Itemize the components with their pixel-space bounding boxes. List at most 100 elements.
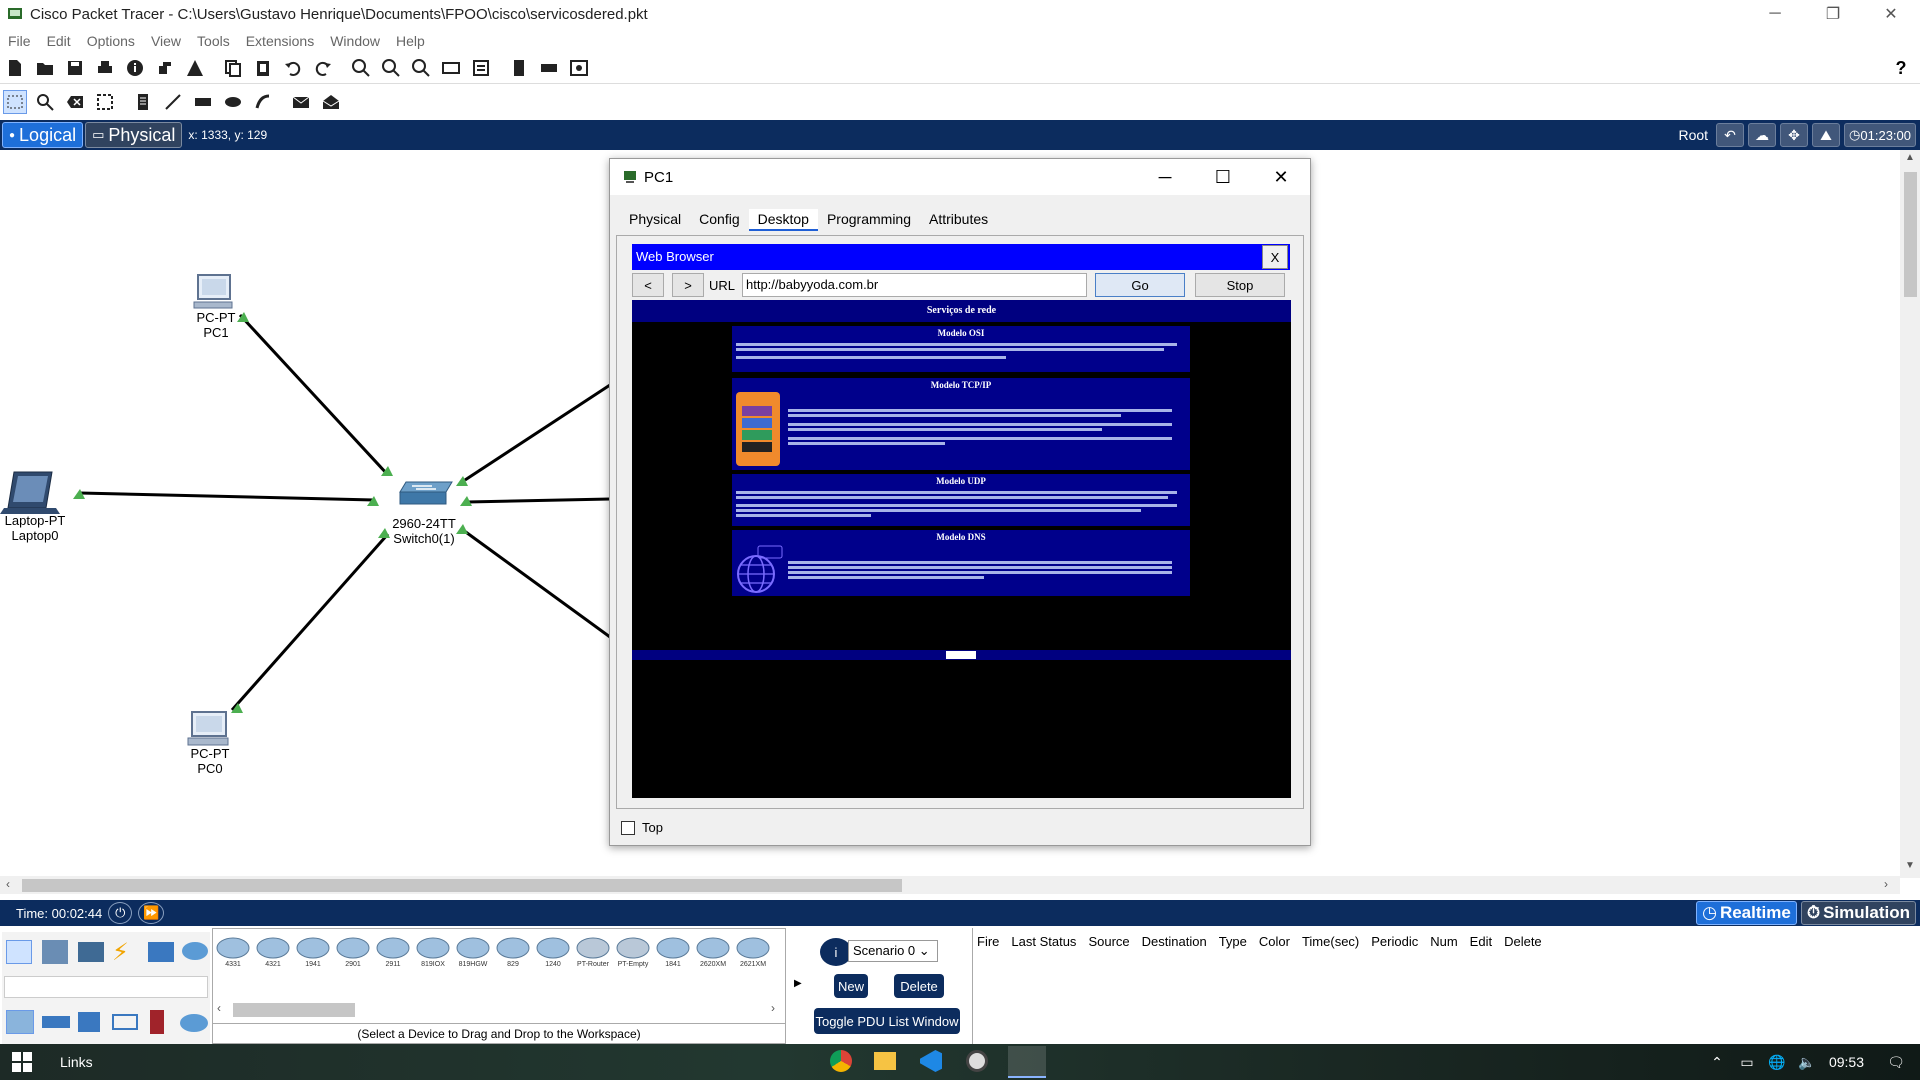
tray-chevron-icon[interactable]: ⌃ (1705, 1050, 1729, 1074)
rectangle-tool-icon[interactable] (191, 90, 215, 114)
pc1-window-titlebar[interactable]: PC1 ─ ☐ ✕ (610, 159, 1310, 195)
laptop0-device[interactable] (0, 471, 60, 514)
menu-tools[interactable]: Tools (189, 33, 238, 49)
tab-programming[interactable]: Programming (818, 209, 920, 231)
restore-button[interactable]: ❐ (1804, 0, 1862, 28)
menu-help[interactable]: Help (388, 33, 433, 49)
device-tile-829[interactable]: 829 (495, 935, 531, 971)
pc1-label[interactable]: PC-PT PC1 (188, 310, 244, 340)
hubs-icon[interactable] (78, 1012, 100, 1032)
device-tile-819hgw[interactable]: 819HGW (455, 935, 491, 971)
page-footer-button[interactable] (946, 651, 976, 659)
fast-forward-icon[interactable]: ⏩ (138, 902, 165, 924)
device-tile-pt-empty[interactable]: PT-Empty (615, 935, 651, 971)
multiuser-icon[interactable] (182, 942, 208, 960)
power-cycle-icon[interactable]: ⏻ (108, 902, 133, 924)
new-file-icon[interactable] (3, 56, 27, 80)
file-explorer-icon[interactable] (874, 1052, 896, 1070)
device-scroll-right-icon[interactable]: › (771, 1001, 775, 1015)
scroll-right-icon[interactable]: › (1884, 877, 1888, 891)
pc1-maximize-button[interactable]: ☐ (1194, 159, 1252, 195)
paste-icon[interactable] (251, 56, 275, 80)
device-tile-819iox[interactable]: 819IOX (415, 935, 451, 971)
line-tool-icon[interactable] (161, 90, 185, 114)
top-checkbox[interactable] (621, 820, 635, 835)
device-tile-4331[interactable]: 4331 (215, 935, 251, 971)
tab-physical[interactable]: Physical (620, 209, 690, 231)
switch0-label[interactable]: 2960-24TT Switch0(1) (384, 516, 464, 546)
inspect-tool-icon[interactable] (33, 90, 57, 114)
links-toolbar[interactable]: Links (60, 1054, 93, 1070)
cluster-icon[interactable]: ☁ (1748, 123, 1777, 147)
physical-view-button[interactable]: ▭ Physical (85, 122, 183, 148)
device-scroll-left-icon[interactable]: ‹ (217, 1001, 221, 1015)
tab-desktop[interactable]: Desktop (748, 209, 818, 231)
device-tile-1841[interactable]: 1841 (655, 935, 691, 971)
realtime-mode-button[interactable]: ◷ Realtime (1696, 901, 1797, 925)
zoom-out-icon[interactable] (409, 56, 433, 80)
clock-display[interactable]: ◷ 01:23:00 (1844, 123, 1916, 147)
security-icon[interactable] (150, 1010, 164, 1034)
horizontal-scroll-thumb[interactable] (22, 879, 902, 892)
routers-icon[interactable] (6, 1010, 34, 1034)
device-tile-2901[interactable]: 2901 (335, 935, 371, 971)
ipc-icon[interactable] (567, 56, 591, 80)
delete-scenario-button[interactable]: Delete (894, 974, 944, 998)
device-tile-1941[interactable]: 1941 (295, 935, 331, 971)
close-button[interactable]: ✕ (1862, 0, 1920, 28)
complex-pdu-icon[interactable] (319, 90, 343, 114)
drawing-palette-icon[interactable] (439, 56, 463, 80)
switches-icon[interactable] (42, 1016, 70, 1028)
packet-tracer-taskbar-icon[interactable] (1008, 1046, 1046, 1078)
components-icon[interactable] (78, 942, 104, 962)
pc1-close-button[interactable]: ✕ (1252, 159, 1310, 195)
chrome-icon[interactable] (830, 1050, 852, 1072)
pc1-minimize-button[interactable]: ─ (1136, 159, 1194, 195)
toggle-pdu-list-button[interactable]: Toggle PDU List Window (814, 1008, 960, 1034)
device-tile-4321[interactable]: 4321 (255, 935, 291, 971)
viewport-icon[interactable]: ✥ (1780, 123, 1809, 147)
browser-go-button[interactable]: Go (1095, 273, 1185, 297)
zoom-in-icon[interactable] (349, 56, 373, 80)
note-tool-icon[interactable] (131, 90, 155, 114)
pc1-device[interactable] (193, 274, 233, 309)
misc-icon[interactable] (148, 942, 174, 962)
custom-device-icon[interactable] (469, 56, 493, 80)
end-devices-icon[interactable] (42, 940, 68, 964)
connections-icon[interactable]: ⚡ (112, 938, 129, 967)
device-tile-2620xm[interactable]: 2620XM (695, 935, 731, 971)
device-tile-2911[interactable]: 2911 (375, 935, 411, 971)
scroll-left-icon[interactable]: ‹ (6, 877, 10, 891)
zoom-reset-icon[interactable] (379, 56, 403, 80)
help-icon[interactable]: ? (1889, 56, 1913, 80)
device-search-field[interactable] (4, 976, 208, 998)
notifications-icon[interactable]: 🗨 (1884, 1050, 1908, 1074)
device-tile-2621xm[interactable]: 2621XM (735, 935, 771, 971)
panel-collapse-icon[interactable]: ▶ (794, 978, 802, 989)
menu-edit[interactable]: Edit (39, 33, 79, 49)
network-info-icon[interactable] (153, 56, 177, 80)
vertical-scroll-thumb[interactable] (1904, 172, 1917, 297)
back-icon[interactable]: ↶ (1716, 123, 1745, 147)
scenario-select[interactable]: Scenario 0 ⌄ (848, 940, 938, 962)
tab-attributes[interactable]: Attributes (920, 209, 997, 231)
info-icon[interactable] (123, 56, 147, 80)
new-scenario-button[interactable]: New (834, 974, 868, 998)
simple-pdu-icon[interactable] (289, 90, 313, 114)
menu-extensions[interactable]: Extensions (238, 33, 322, 49)
logical-view-button[interactable]: ● Logical (2, 122, 84, 148)
network-globe-icon[interactable]: 🌐 (1765, 1050, 1789, 1074)
device-template-icon[interactable] (537, 56, 561, 80)
background-icon[interactable]: ⛰ (1812, 123, 1841, 147)
scroll-down-icon[interactable]: ▼ (1905, 860, 1915, 871)
menu-view[interactable]: View (143, 33, 189, 49)
menu-options[interactable]: Options (79, 33, 143, 49)
top-checkbox-row[interactable]: Top (621, 820, 663, 835)
delete-tool-icon[interactable] (63, 90, 87, 114)
save-icon[interactable] (63, 56, 87, 80)
taskbar-clock[interactable]: 09:53 (1829, 1054, 1864, 1070)
undo-icon[interactable] (281, 56, 305, 80)
resize-tool-icon[interactable] (93, 90, 117, 114)
redo-icon[interactable] (311, 56, 335, 80)
tab-config[interactable]: Config (690, 209, 748, 231)
